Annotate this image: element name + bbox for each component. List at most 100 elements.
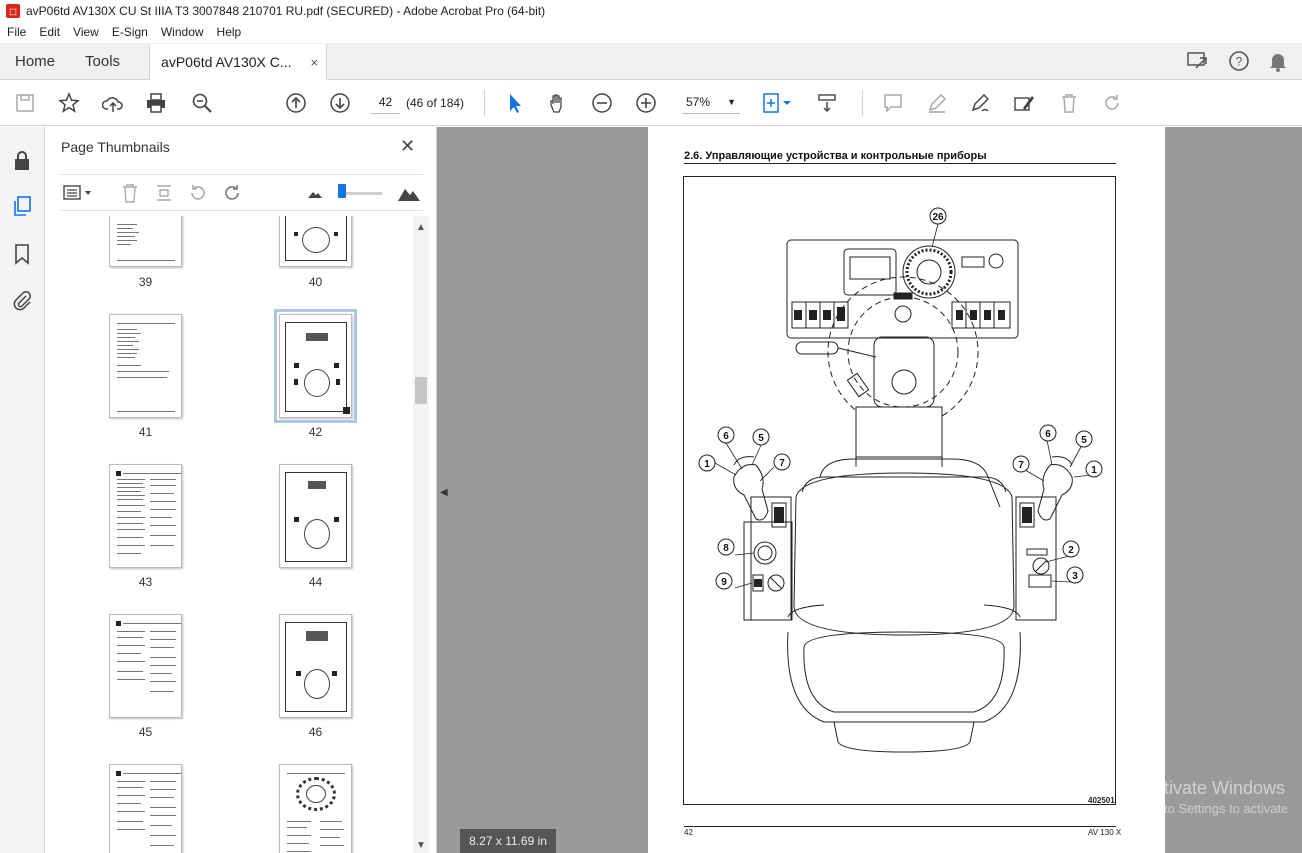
page-thumbnail[interactable]: [279, 216, 352, 267]
pdf-page: 2.6. Управляющие устройства и контрольны…: [648, 127, 1165, 853]
figure-code: 402501: [1088, 796, 1115, 805]
callout-7-left: 7: [779, 458, 785, 469]
panel-title: Page Thumbnails: [61, 139, 170, 155]
thumbnail-list: 39 40 41 42 43 44 45 46: [60, 216, 415, 853]
window-title: avP06td AV130X CU St IIIA T3 3007848 210…: [26, 4, 546, 18]
page-thumbnail-label: 43: [138, 575, 153, 589]
fill-sign-icon[interactable]: [1012, 91, 1036, 115]
page-thumbnail-label: 42: [308, 425, 323, 439]
rotate-clockwise-icon[interactable]: [222, 183, 242, 203]
zoom-in-icon[interactable]: [634, 91, 658, 115]
zoom-level-select[interactable]: 57% ▼: [682, 90, 740, 114]
highlight-pen-icon[interactable]: [925, 91, 949, 115]
callout-1-right: 1: [1091, 465, 1097, 476]
page-thumbnail-label: 46: [308, 725, 323, 739]
activate-windows-hint: Go to Settings to activate: [1143, 801, 1289, 816]
scroll-mode-icon[interactable]: [815, 91, 839, 115]
figure-frame: 26 6 5 1 7 8 9 6 5 7 1 2 3: [683, 176, 1116, 805]
page-thumbnail[interactable]: [109, 614, 182, 718]
page-number-input[interactable]: 42: [371, 90, 400, 114]
bookmark-icon[interactable]: [11, 243, 33, 265]
thumbnail-size-small-icon[interactable]: [305, 183, 325, 203]
callout-3: 3: [1072, 571, 1078, 582]
title-bar: ⬚ avP06td AV130X CU St IIIA T3 3007848 2…: [0, 0, 1302, 22]
callout-5-right: 5: [1081, 435, 1087, 446]
zoom-search-icon[interactable]: [190, 91, 214, 115]
activate-windows-watermark: Activate Windows: [1143, 778, 1286, 798]
page-thumbnail-label: 44: [308, 575, 323, 589]
pdf-app-icon: ⬚: [6, 4, 20, 18]
collapse-panel-arrow-icon[interactable]: ◀: [440, 487, 448, 498]
help-icon[interactable]: ?: [1228, 50, 1250, 72]
main-toolbar: [0, 81, 1302, 126]
previous-page-icon[interactable]: [284, 91, 308, 115]
callout-2: 2: [1068, 545, 1074, 556]
close-panel-icon[interactable]: ✕: [400, 136, 415, 157]
page-size-tooltip: 8.27 x 11.69 in: [460, 829, 556, 853]
page-thumbnail-selected[interactable]: [274, 309, 357, 423]
page-thumbnail[interactable]: [279, 614, 352, 718]
menu-bar: File Edit View E-Sign Window Help: [0, 22, 1302, 42]
page-count-label: (46 of 184): [406, 96, 465, 110]
bookmark-star-icon[interactable]: [57, 91, 81, 115]
header-right-icons: ?: [1186, 43, 1302, 79]
menu-window[interactable]: Window: [161, 25, 204, 39]
rotate-redo-icon[interactable]: [1100, 91, 1124, 115]
draw-sign-icon[interactable]: [968, 91, 992, 115]
select-cursor-icon[interactable]: [503, 91, 527, 115]
callout-markers: [698, 207, 1103, 590]
menu-edit[interactable]: Edit: [39, 25, 60, 39]
page-thumbnail-label: 39: [138, 275, 153, 289]
share-screen-icon[interactable]: [1186, 50, 1210, 72]
page-thumbnail[interactable]: [279, 464, 352, 568]
thumbnail-size-slider-handle[interactable]: [338, 184, 346, 198]
page-thumbnail-label: 40: [308, 275, 323, 289]
thumbnail-options-menu-icon[interactable]: [63, 183, 93, 203]
thumbnail-size-slider[interactable]: [342, 192, 382, 195]
menu-file[interactable]: File: [7, 25, 26, 39]
next-page-icon[interactable]: [328, 91, 352, 115]
notifications-bell-icon[interactable]: [1268, 50, 1288, 72]
page-thumbnails-icon[interactable]: [11, 195, 33, 217]
close-tab-icon[interactable]: ×: [310, 55, 318, 70]
fit-page-dropdown-icon[interactable]: [780, 91, 794, 115]
upload-cloud-icon[interactable]: [101, 91, 125, 115]
delete-page-icon[interactable]: [120, 183, 140, 203]
callout-6-right: 6: [1045, 429, 1051, 440]
callout-26: 26: [932, 212, 944, 223]
rotate-counterclockwise-icon[interactable]: [188, 183, 208, 203]
page-thumbnail[interactable]: [279, 764, 352, 853]
lock-icon[interactable]: [11, 149, 33, 171]
tab-home[interactable]: Home: [0, 43, 70, 79]
menu-esign[interactable]: E-Sign: [112, 25, 148, 39]
thumbnail-scrollbar[interactable]: ▲ ▼: [413, 216, 429, 853]
tab-tools[interactable]: Tools: [70, 43, 135, 79]
save-icon[interactable]: [13, 91, 37, 115]
viewer-right-margin: [1165, 127, 1302, 853]
attachment-paperclip-icon[interactable]: [11, 289, 33, 311]
left-navigation-rail: [0, 127, 45, 853]
delete-trash-icon[interactable]: [1057, 91, 1081, 115]
comment-icon[interactable]: [881, 91, 905, 115]
scroll-up-arrow-icon[interactable]: ▲: [416, 222, 426, 233]
scrollbar-thumb[interactable]: [415, 377, 427, 404]
menu-view[interactable]: View: [73, 25, 99, 39]
callout-1-left: 1: [704, 459, 710, 470]
extract-page-icon[interactable]: [154, 183, 174, 203]
hand-pan-icon[interactable]: [546, 91, 570, 115]
tab-document[interactable]: avP06td AV130X C... ×: [149, 44, 328, 80]
page-thumbnail[interactable]: [109, 464, 182, 568]
zoom-out-icon[interactable]: [590, 91, 614, 115]
thumbnail-size-large-icon[interactable]: [397, 183, 421, 203]
menu-help[interactable]: Help: [217, 25, 242, 39]
footer-model: AV 130 X: [1088, 828, 1122, 837]
chevron-down-icon: ▼: [727, 97, 736, 107]
page-thumbnail[interactable]: [109, 314, 182, 418]
callout-6-left: 6: [723, 431, 729, 442]
page-thumbnail[interactable]: [109, 764, 182, 853]
thumbnail-toolbar: [60, 174, 423, 211]
svg-text:?: ?: [1236, 55, 1243, 69]
scroll-down-arrow-icon[interactable]: ▼: [416, 840, 426, 851]
page-thumbnail[interactable]: [109, 216, 182, 267]
print-icon[interactable]: [144, 91, 168, 115]
